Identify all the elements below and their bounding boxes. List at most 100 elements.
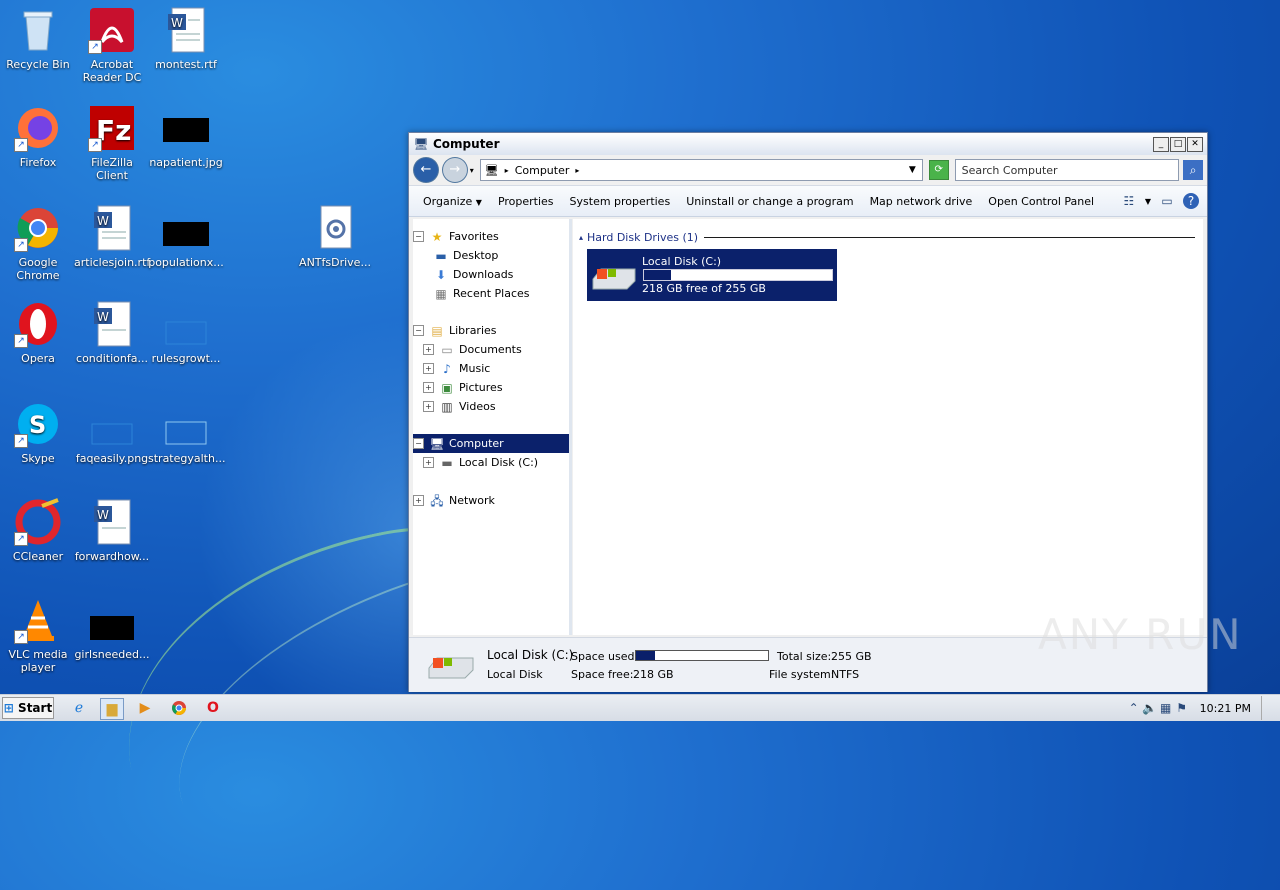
clock[interactable]: 10:21 PM [1200, 702, 1251, 715]
desktop-icon-skype[interactable]: S ↗ Skype [0, 400, 76, 465]
expand-icon[interactable]: + [423, 401, 434, 412]
chevron-down-icon[interactable]: ▼ [1145, 197, 1151, 206]
expand-icon[interactable]: + [423, 363, 434, 374]
group-divider [704, 237, 1195, 238]
details-drive-type: Local Disk [487, 668, 543, 681]
desktop-icon-label: populationx... [148, 256, 224, 269]
expand-icon[interactable]: + [413, 495, 424, 506]
address-dropdown-icon[interactable]: ▼ [909, 165, 916, 175]
properties-button[interactable]: Properties [490, 195, 562, 208]
svg-text:W: W [97, 310, 109, 324]
desktop-icon-ccleaner[interactable]: ↗ CCleaner [0, 498, 76, 563]
minimize-button[interactable]: _ [1153, 136, 1169, 152]
desktop-icon-strategyalth[interactable]: strategyalth... [148, 400, 225, 465]
desktop-icon-chrome[interactable]: ↗ Google Chrome [0, 204, 76, 282]
refresh-icon[interactable]: ⟳ [928, 160, 949, 180]
nav-documents[interactable]: + ▭ Documents [413, 340, 569, 359]
nav-local-disk[interactable]: + ▬ Local Disk (C:) [413, 453, 569, 472]
nav-favorites[interactable]: − ★ Favorites [413, 227, 569, 246]
word-document-icon: W [88, 300, 136, 348]
system-properties-button[interactable]: System properties [562, 195, 679, 208]
collapse-icon[interactable]: − [413, 438, 424, 449]
desktop-icon-firefox[interactable]: ↗ Firefox [0, 104, 76, 169]
collapse-group-icon[interactable]: ▴ [579, 233, 583, 242]
breadcrumb-chevron-icon[interactable]: ▸ [505, 166, 509, 175]
start-button[interactable]: ⊞ Start [2, 697, 54, 719]
shortcut-arrow-icon: ↗ [14, 532, 28, 546]
forward-button[interactable]: → [441, 157, 468, 183]
window-title: Computer [433, 137, 500, 151]
nav-desktop[interactable]: ▬ Desktop [413, 246, 569, 265]
nav-videos[interactable]: + ▥ Videos [413, 397, 569, 416]
preview-pane-icon[interactable]: ▭ [1159, 193, 1175, 209]
desktop-icon-recycle-bin[interactable]: Recycle Bin [0, 6, 76, 71]
desktop-icon-montest[interactable]: W montest.rtf [148, 6, 224, 71]
explorer-window[interactable]: 🖥 Computer _ □ ✕ ← → ▾ 🖥 ▸ Computer ▸ ▼ … [408, 132, 1208, 692]
desktop-icon-faqeasily[interactable]: faqeasily.png [74, 400, 150, 465]
breadcrumb-chevron-icon[interactable]: ▸ [575, 166, 579, 175]
space-used-label: Space used: [571, 650, 639, 663]
volume-icon[interactable]: 🔈 [1142, 700, 1158, 716]
desktop-icon-filezilla[interactable]: Fz ↗ FileZilla Client [74, 104, 150, 182]
desktop-icon-vlc[interactable]: ↗ VLC media player [0, 596, 76, 674]
opera-icon: ↗ [14, 300, 62, 348]
windows-logo-icon: ⊞ [3, 701, 14, 715]
open-control-panel-button[interactable]: Open Control Panel [980, 195, 1102, 208]
media-player-icon[interactable]: ▶ [134, 698, 156, 718]
network-icon: 🖧 [430, 493, 444, 508]
address-bar[interactable]: 🖥 ▸ Computer ▸ ▼ [479, 159, 923, 181]
expand-icon[interactable]: + [423, 382, 434, 393]
nav-network[interactable]: + 🖧 Network [413, 491, 569, 510]
opera-icon[interactable]: O [202, 698, 224, 718]
breadcrumb-computer[interactable]: Computer [515, 164, 570, 177]
expand-icon[interactable]: + [423, 344, 434, 355]
image-thumbnail-icon [88, 400, 136, 448]
organize-button[interactable]: Organize ▼ [415, 195, 490, 208]
network-tray-icon[interactable]: ▦ [1158, 700, 1174, 716]
nav-pictures[interactable]: + ▣ Pictures [413, 378, 569, 397]
chrome-icon[interactable] [168, 698, 190, 718]
change-view-icon[interactable]: ☷ [1121, 193, 1137, 209]
search-icon[interactable]: ⌕ [1183, 160, 1203, 180]
desktop-icon-conditionfa[interactable]: W conditionfa... [74, 300, 150, 365]
maximize-button[interactable]: □ [1170, 136, 1186, 152]
desktop-icon-opera[interactable]: ↗ Opera [0, 300, 76, 365]
back-button[interactable]: ← [413, 157, 439, 183]
show-desktop-button[interactable] [1261, 696, 1274, 720]
desktop-icon-rulesgrowt[interactable]: rulesgrowt... [148, 300, 224, 365]
desktop-icon-acrobat[interactable]: ↗ Acrobat Reader DC [74, 6, 150, 84]
nav-recent-places[interactable]: ▦ Recent Places [413, 284, 569, 303]
recent-pages-dropdown-icon[interactable]: ▾ [470, 166, 474, 175]
action-center-flag-icon[interactable]: ⚑ [1174, 700, 1190, 716]
internet-explorer-icon[interactable]: ℯ [68, 698, 90, 718]
nav-downloads[interactable]: ⬇ Downloads [413, 265, 569, 284]
desktop-icon-label: rulesgrowt... [151, 352, 221, 365]
nav-computer[interactable]: − 🖥 Computer [413, 434, 569, 453]
help-icon[interactable]: ? [1183, 193, 1199, 209]
desktop-icon-napatient[interactable]: napatient.jpg [148, 104, 224, 169]
space-free-value: 218 GB [633, 668, 674, 681]
firefox-icon: ↗ [14, 104, 62, 152]
nav-music[interactable]: + ♪ Music [413, 359, 569, 378]
drive-tile-local-disk-c[interactable]: Local Disk (C:) 218 GB free of 255 GB [587, 249, 837, 301]
collapse-icon[interactable]: − [413, 325, 424, 336]
explorer-folder-icon[interactable]: ▆ [100, 698, 124, 720]
map-network-drive-button[interactable]: Map network drive [862, 195, 981, 208]
word-document-icon: W [88, 498, 136, 546]
nav-libraries[interactable]: − ▤ Libraries [413, 321, 569, 340]
uninstall-program-button[interactable]: Uninstall or change a program [678, 195, 861, 208]
title-bar[interactable]: 🖥 Computer _ □ ✕ [409, 133, 1207, 155]
collapse-icon[interactable]: − [413, 231, 424, 242]
expand-icon[interactable]: + [423, 457, 434, 468]
desktop-icon-articlesjoin[interactable]: W articlesjoin.rtf [74, 204, 150, 269]
desktop-icon-populationx[interactable]: populationx... [148, 204, 224, 269]
close-button[interactable]: ✕ [1187, 136, 1203, 152]
show-hidden-icons-icon[interactable]: ⌃ [1126, 700, 1142, 716]
desktop-icon-antfsdrive[interactable]: ANTfsDrive... [297, 204, 373, 269]
search-input[interactable]: Search Computer [954, 159, 1180, 181]
desktop-icon-forwardhow[interactable]: W forwardhow... [74, 498, 150, 563]
desktop-icon-girlsneeded[interactable]: girlsneeded... [74, 596, 150, 661]
drive-usage-fill [644, 270, 672, 280]
desktop-icon-label: articlesjoin.rtf [74, 256, 151, 269]
group-header-hard-disk-drives[interactable]: ▴ Hard Disk Drives (1) [579, 231, 1195, 244]
